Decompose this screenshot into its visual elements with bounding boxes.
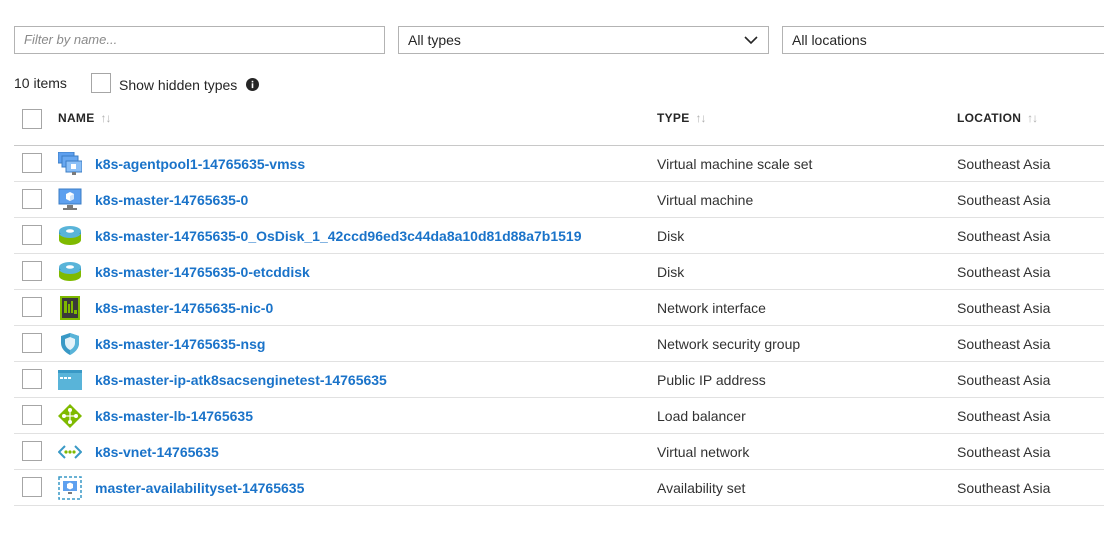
row-checkbox[interactable] [22,369,42,389]
resource-location: Southeast Asia [957,156,1051,172]
column-header-type[interactable]: TYPE ↑↓ [657,111,707,125]
resources-table: NAME ↑↓ TYPE ↑↓ LOCATION ↑↓ k8s-agentpool1-… [14,100,1104,506]
resource-type: Network security group [657,336,801,352]
resource-name-link[interactable]: k8s-master-ip-atk8sacsenginetest-1476563… [95,372,387,388]
row-checkbox[interactable] [22,225,42,245]
resource-location: Southeast Asia [957,444,1051,460]
resource-location: Southeast Asia [957,192,1051,208]
resource-name-link[interactable]: k8s-master-14765635-0 [95,192,248,208]
resource-location: Southeast Asia [957,408,1051,424]
filter-by-name-input[interactable]: Filter by name... [14,26,385,54]
column-header-name[interactable]: NAME ↑↓ [58,111,112,125]
chevron-down-icon [744,36,758,45]
resource-name-link[interactable]: k8s-agentpool1-14765635-vmss [95,156,305,172]
row-checkbox[interactable] [22,153,42,173]
resource-type: Virtual machine scale set [657,156,813,172]
location-filter-value: All locations [792,32,867,48]
show-hidden-types-checkbox[interactable] [91,73,111,93]
resource-location: Southeast Asia [957,228,1051,244]
table-row[interactable]: k8s-master-lb-14765635 Load balancer Sou… [14,398,1104,434]
column-location-label: LOCATION [957,111,1022,125]
resource-location: Southeast Asia [957,300,1051,316]
resource-type: Virtual machine [657,192,754,208]
disk-icon [59,226,81,245]
column-type-label: TYPE [657,111,690,125]
item-count: 10 items [14,75,67,91]
sort-icon: ↑↓ [100,111,112,125]
table-header: NAME ↑↓ TYPE ↑↓ LOCATION ↑↓ [14,100,1104,146]
resource-location: Southeast Asia [957,336,1051,352]
table-row[interactable]: k8s-master-14765635-nsg Network security… [14,326,1104,362]
table-row[interactable]: k8s-master-14765635-0_OsDisk_1_42ccd96ed… [14,218,1104,254]
sort-icon: ↑↓ [1027,111,1038,125]
table-row[interactable]: k8s-master-ip-atk8sacsenginetest-1476563… [14,362,1104,398]
table-row[interactable]: k8s-agentpool1-14765635-vmss Virtual mac… [14,146,1104,182]
resource-type: Public IP address [657,372,766,388]
load-balancer-icon [58,404,82,428]
row-checkbox[interactable] [22,441,42,461]
resource-location: Southeast Asia [957,372,1051,388]
table-row[interactable]: k8s-master-14765635-0 Virtual machine So… [14,182,1104,218]
resource-name-link[interactable]: k8s-master-14765635-nic-0 [95,300,273,316]
location-filter-dropdown[interactable]: All locations [782,26,1104,54]
table-row[interactable]: master-availabilityset-14765635 Availabi… [14,470,1104,506]
resource-name-link[interactable]: k8s-vnet-14765635 [95,444,219,460]
resource-name-link[interactable]: k8s-master-14765635-0_OsDisk_1_42ccd96ed… [95,228,581,244]
resource-type: Disk [657,228,685,244]
resource-type: Load balancer [657,408,746,424]
availability-set-icon [58,476,82,500]
column-header-location[interactable]: LOCATION ↑↓ [957,111,1038,125]
table-row[interactable]: k8s-vnet-14765635 Virtual network Southe… [14,434,1104,470]
row-checkbox[interactable] [22,297,42,317]
table-row[interactable]: k8s-master-14765635-0-etcddisk Disk Sout… [14,254,1104,290]
resource-location: Southeast Asia [957,264,1051,280]
resource-type: Availability set [657,480,746,496]
network-security-group-icon [61,333,79,355]
resource-location: Southeast Asia [957,480,1051,496]
resource-name-link[interactable]: k8s-master-lb-14765635 [95,408,253,424]
virtual-network-icon [58,445,82,459]
resource-name-link[interactable]: k8s-master-14765635-0-etcddisk [95,264,310,280]
info-icon[interactable] [246,78,259,91]
resource-type: Virtual network [657,444,750,460]
resource-name-link[interactable]: master-availabilityset-14765635 [95,480,304,496]
sort-icon: ↑↓ [695,111,707,125]
show-hidden-types-label[interactable]: Show hidden types [119,77,237,93]
resource-type: Network interface [657,300,766,316]
disk-icon [59,262,81,281]
type-filter-dropdown[interactable]: All types [398,26,769,54]
column-name-label: NAME [58,111,95,125]
resource-type: Disk [657,264,685,280]
network-interface-icon [60,296,80,320]
vm-scale-set-icon [58,152,82,175]
public-ip-icon [58,370,82,390]
row-checkbox[interactable] [22,333,42,353]
row-checkbox[interactable] [22,189,42,209]
select-all-checkbox[interactable] [22,109,42,129]
row-checkbox[interactable] [22,477,42,497]
type-filter-value: All types [408,32,461,48]
resource-name-link[interactable]: k8s-master-14765635-nsg [95,336,265,352]
virtual-machine-icon [58,188,82,210]
row-checkbox[interactable] [22,261,42,281]
filter-bar: Filter by name... All types All location… [14,26,1104,54]
table-row[interactable]: k8s-master-14765635-nic-0 Network interf… [14,290,1104,326]
row-checkbox[interactable] [22,405,42,425]
